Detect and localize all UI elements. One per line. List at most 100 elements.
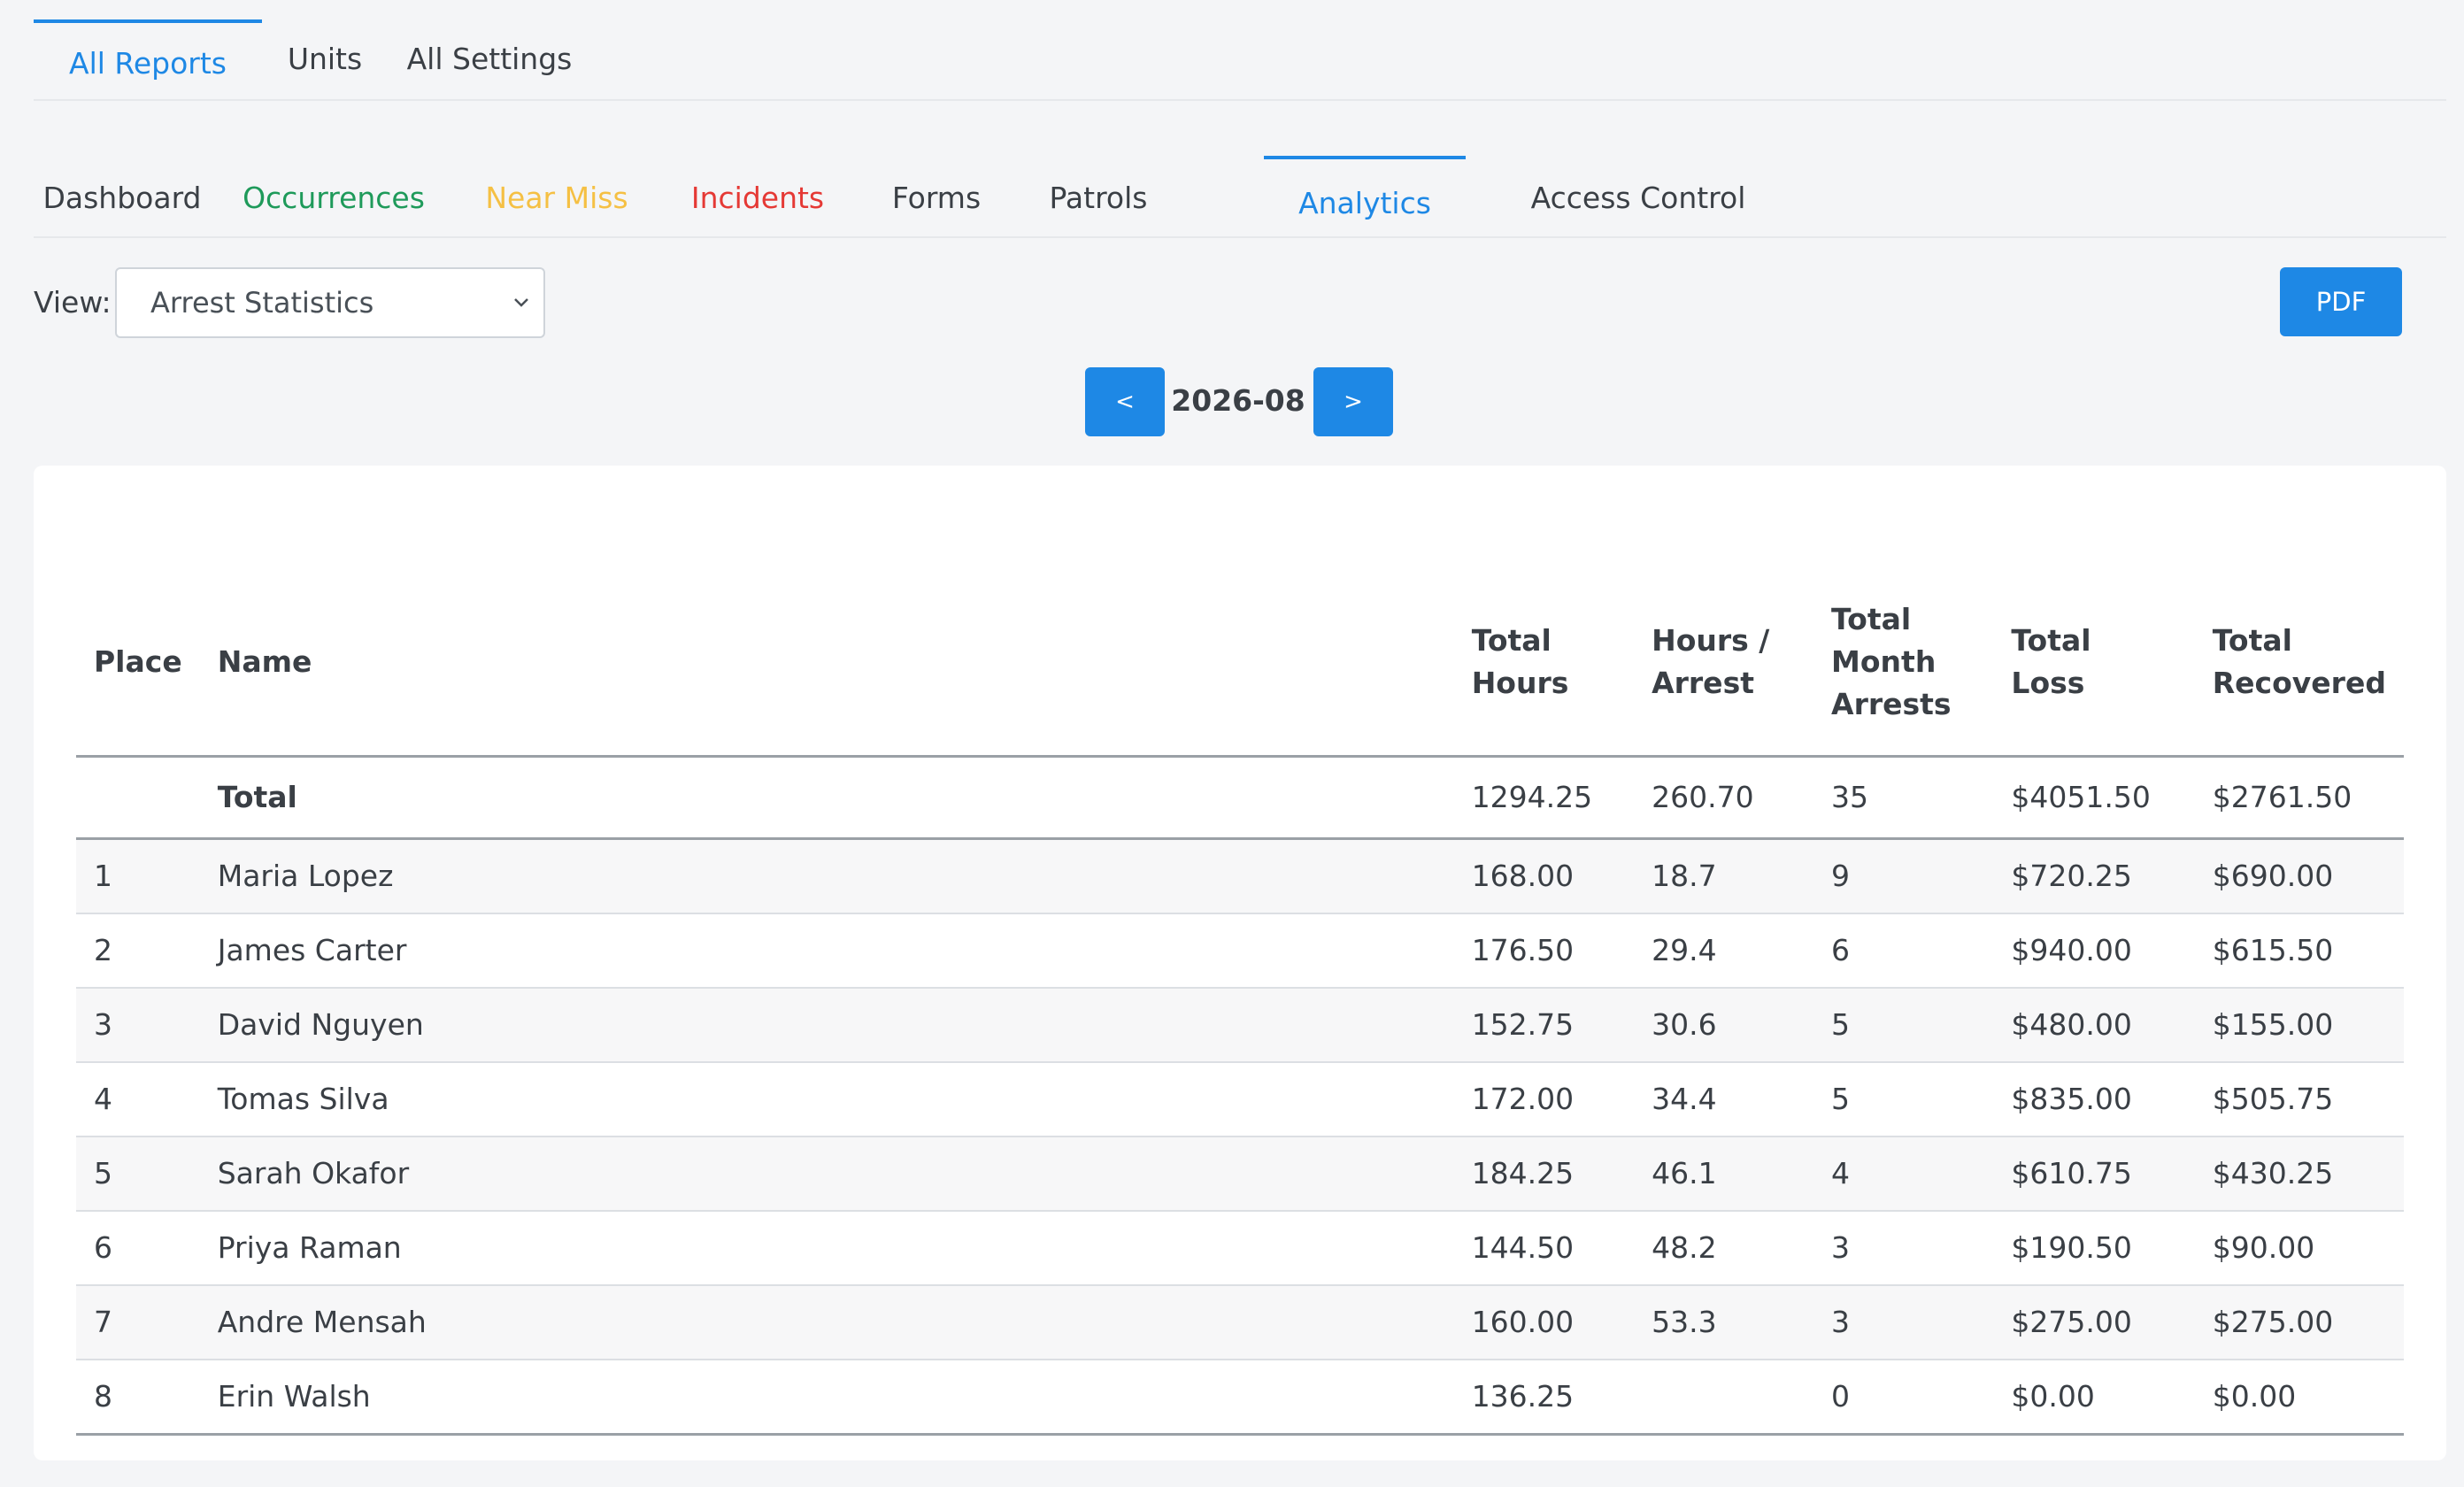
row-hours: 144.50 [1453, 1210, 1635, 1286]
row-hours: 184.25 [1453, 1136, 1635, 1212]
row-recovered: $155.00 [2194, 987, 2404, 1063]
arrest-statistics-table: Place Name Total Hours Hours / Arrest Tota… [76, 570, 2404, 1436]
header-total-recovered[interactable]: Total Recovered [2194, 570, 2404, 758]
row-place: 1 [76, 838, 200, 914]
analytics-page: All Reports Units All Settings Dashboard… [0, 0, 2464, 1487]
row-arrests-link[interactable]: 6 [1813, 913, 1994, 989]
row-hours-per-arrest [1634, 1359, 1814, 1436]
table-total-row: Total 1294.25 260.70 35 $4051.50 $2761.5… [76, 756, 2404, 840]
officer-name-link[interactable]: Erin Walsh [199, 1359, 1454, 1436]
row-loss: $940.00 [1993, 913, 2195, 989]
row-arrests-link[interactable]: 9 [1813, 838, 1994, 914]
header-total-month-arrests[interactable]: Total Month Arrests [1813, 570, 1994, 758]
officer-name-link[interactable]: Priya Raman [199, 1210, 1454, 1286]
officer-name-link[interactable]: Tomas Silva [199, 1061, 1454, 1137]
total-hours-per-arrest: 260.70 [1634, 756, 1814, 840]
row-recovered: $690.00 [2194, 838, 2404, 914]
total-loss: $4051.50 [1993, 756, 2195, 840]
tab-near-miss[interactable]: Near Miss [457, 156, 657, 236]
row-hours: 176.50 [1453, 913, 1635, 989]
row-hours-per-arrest: 34.4 [1634, 1061, 1814, 1137]
row-place: 2 [76, 913, 200, 989]
tab-access-control[interactable]: Access Control [1466, 156, 1811, 236]
officer-name-link[interactable]: Andre Mensah [199, 1284, 1454, 1360]
row-hours-per-arrest: 48.2 [1634, 1210, 1814, 1286]
tab-all-settings[interactable]: All Settings [388, 19, 591, 99]
header-place[interactable]: Place [76, 570, 200, 758]
row-arrests-link[interactable]: 5 [1813, 1061, 1994, 1137]
tab-forms[interactable]: Forms [859, 156, 1014, 236]
row-arrests-link[interactable]: 3 [1813, 1210, 1994, 1286]
row-place: 3 [76, 987, 200, 1063]
row-loss: $610.75 [1993, 1136, 2195, 1212]
tab-incidents[interactable]: Incidents [657, 156, 859, 236]
row-arrests-link[interactable]: 3 [1813, 1284, 1994, 1360]
tab-dashboard[interactable]: Dashboard [34, 156, 211, 236]
row-loss: $720.25 [1993, 838, 2195, 914]
table-row: 3 David Nguyen 152.75 30.6 5 $480.00 $15… [76, 987, 2404, 1063]
row-loss: $0.00 [1993, 1359, 2195, 1436]
row-place: 7 [76, 1284, 200, 1360]
tab-occurrences[interactable]: Occurrences [211, 156, 457, 236]
header-name[interactable]: Name [199, 570, 1454, 758]
row-hours-per-arrest: 46.1 [1634, 1136, 1814, 1212]
table-row: 2 James Carter 176.50 29.4 6 $940.00 $61… [76, 913, 2404, 989]
total-recovered: $2761.50 [2194, 756, 2404, 840]
row-arrests-link[interactable]: 4 [1813, 1136, 1994, 1212]
row-recovered: $0.00 [2194, 1359, 2404, 1436]
row-hours: 136.25 [1453, 1359, 1635, 1436]
row-place: 8 [76, 1359, 200, 1436]
officer-name-link[interactable]: Sarah Okafor [199, 1136, 1454, 1212]
tab-analytics[interactable]: Analytics [1264, 156, 1466, 236]
row-loss: $835.00 [1993, 1061, 2195, 1137]
row-arrests-link[interactable]: 0 [1813, 1359, 1994, 1436]
row-hours: 152.75 [1453, 987, 1635, 1063]
pdf-button[interactable]: PDF [2280, 267, 2402, 336]
officer-name-link[interactable]: David Nguyen [199, 987, 1454, 1063]
row-loss: $480.00 [1993, 987, 2195, 1063]
row-recovered: $430.25 [2194, 1136, 2404, 1212]
arrest-statistics-card: Place Name Total Hours Hours / Arrest Tota… [34, 466, 2446, 1460]
table-row: 7 Andre Mensah 160.00 53.3 3 $275.00 $27… [76, 1284, 2404, 1360]
table-row: 5 Sarah Okafor 184.25 46.1 4 $610.75 $43… [76, 1136, 2404, 1212]
next-month-button[interactable]: > [1313, 367, 1393, 436]
row-place: 6 [76, 1210, 200, 1286]
header-total-hours[interactable]: Total Hours [1453, 570, 1635, 758]
row-hours-per-arrest: 30.6 [1634, 987, 1814, 1063]
row-hours-per-arrest: 18.7 [1634, 838, 1814, 914]
row-hours: 160.00 [1453, 1284, 1635, 1360]
officer-name-link[interactable]: James Carter [199, 913, 1454, 989]
tab-patrols[interactable]: Patrols [1014, 156, 1182, 236]
header-total-loss[interactable]: Total Loss [1993, 570, 2195, 758]
row-hours: 172.00 [1453, 1061, 1635, 1137]
top-tab-bar: All Reports Units All Settings [34, 0, 2446, 101]
row-arrests-link[interactable]: 5 [1813, 987, 1994, 1063]
table-row: 1 Maria Lopez 168.00 18.7 9 $720.25 $690… [76, 838, 2404, 914]
row-place: 4 [76, 1061, 200, 1137]
total-place-cell [76, 756, 200, 840]
total-label: Total [199, 756, 1454, 840]
table-row: 4 Tomas Silva 172.00 34.4 5 $835.00 $505… [76, 1061, 2404, 1137]
row-recovered: $275.00 [2194, 1284, 2404, 1360]
total-arrests: 35 [1813, 756, 1994, 840]
row-hours-per-arrest: 29.4 [1634, 913, 1814, 989]
row-place: 5 [76, 1136, 200, 1212]
view-select[interactable]: Arrest Statistics [115, 267, 545, 338]
row-recovered: $90.00 [2194, 1210, 2404, 1286]
row-hours: 168.00 [1453, 838, 1635, 914]
header-hours-per-arrest[interactable]: Hours / Arrest [1634, 570, 1814, 758]
table-row: 8 Erin Walsh 136.25 0 $0.00 $0.00 [76, 1359, 2404, 1436]
prev-month-button[interactable]: < [1085, 367, 1165, 436]
row-loss: $190.50 [1993, 1210, 2195, 1286]
section-tab-bar: Dashboard Occurrences Near Miss Incident… [34, 99, 2446, 238]
row-recovered: $615.50 [2194, 913, 2404, 989]
officer-name-link[interactable]: Maria Lopez [199, 838, 1454, 914]
total-hours: 1294.25 [1453, 756, 1635, 840]
view-label: View: [34, 285, 112, 320]
row-loss: $275.00 [1993, 1284, 2195, 1360]
row-hours-per-arrest: 53.3 [1634, 1284, 1814, 1360]
current-month-label: 2026-08 [1171, 383, 1305, 418]
tab-all-reports[interactable]: All Reports [34, 19, 262, 99]
tab-units[interactable]: Units [262, 19, 388, 99]
table-row: 6 Priya Raman 144.50 48.2 3 $190.50 $90.… [76, 1210, 2404, 1286]
